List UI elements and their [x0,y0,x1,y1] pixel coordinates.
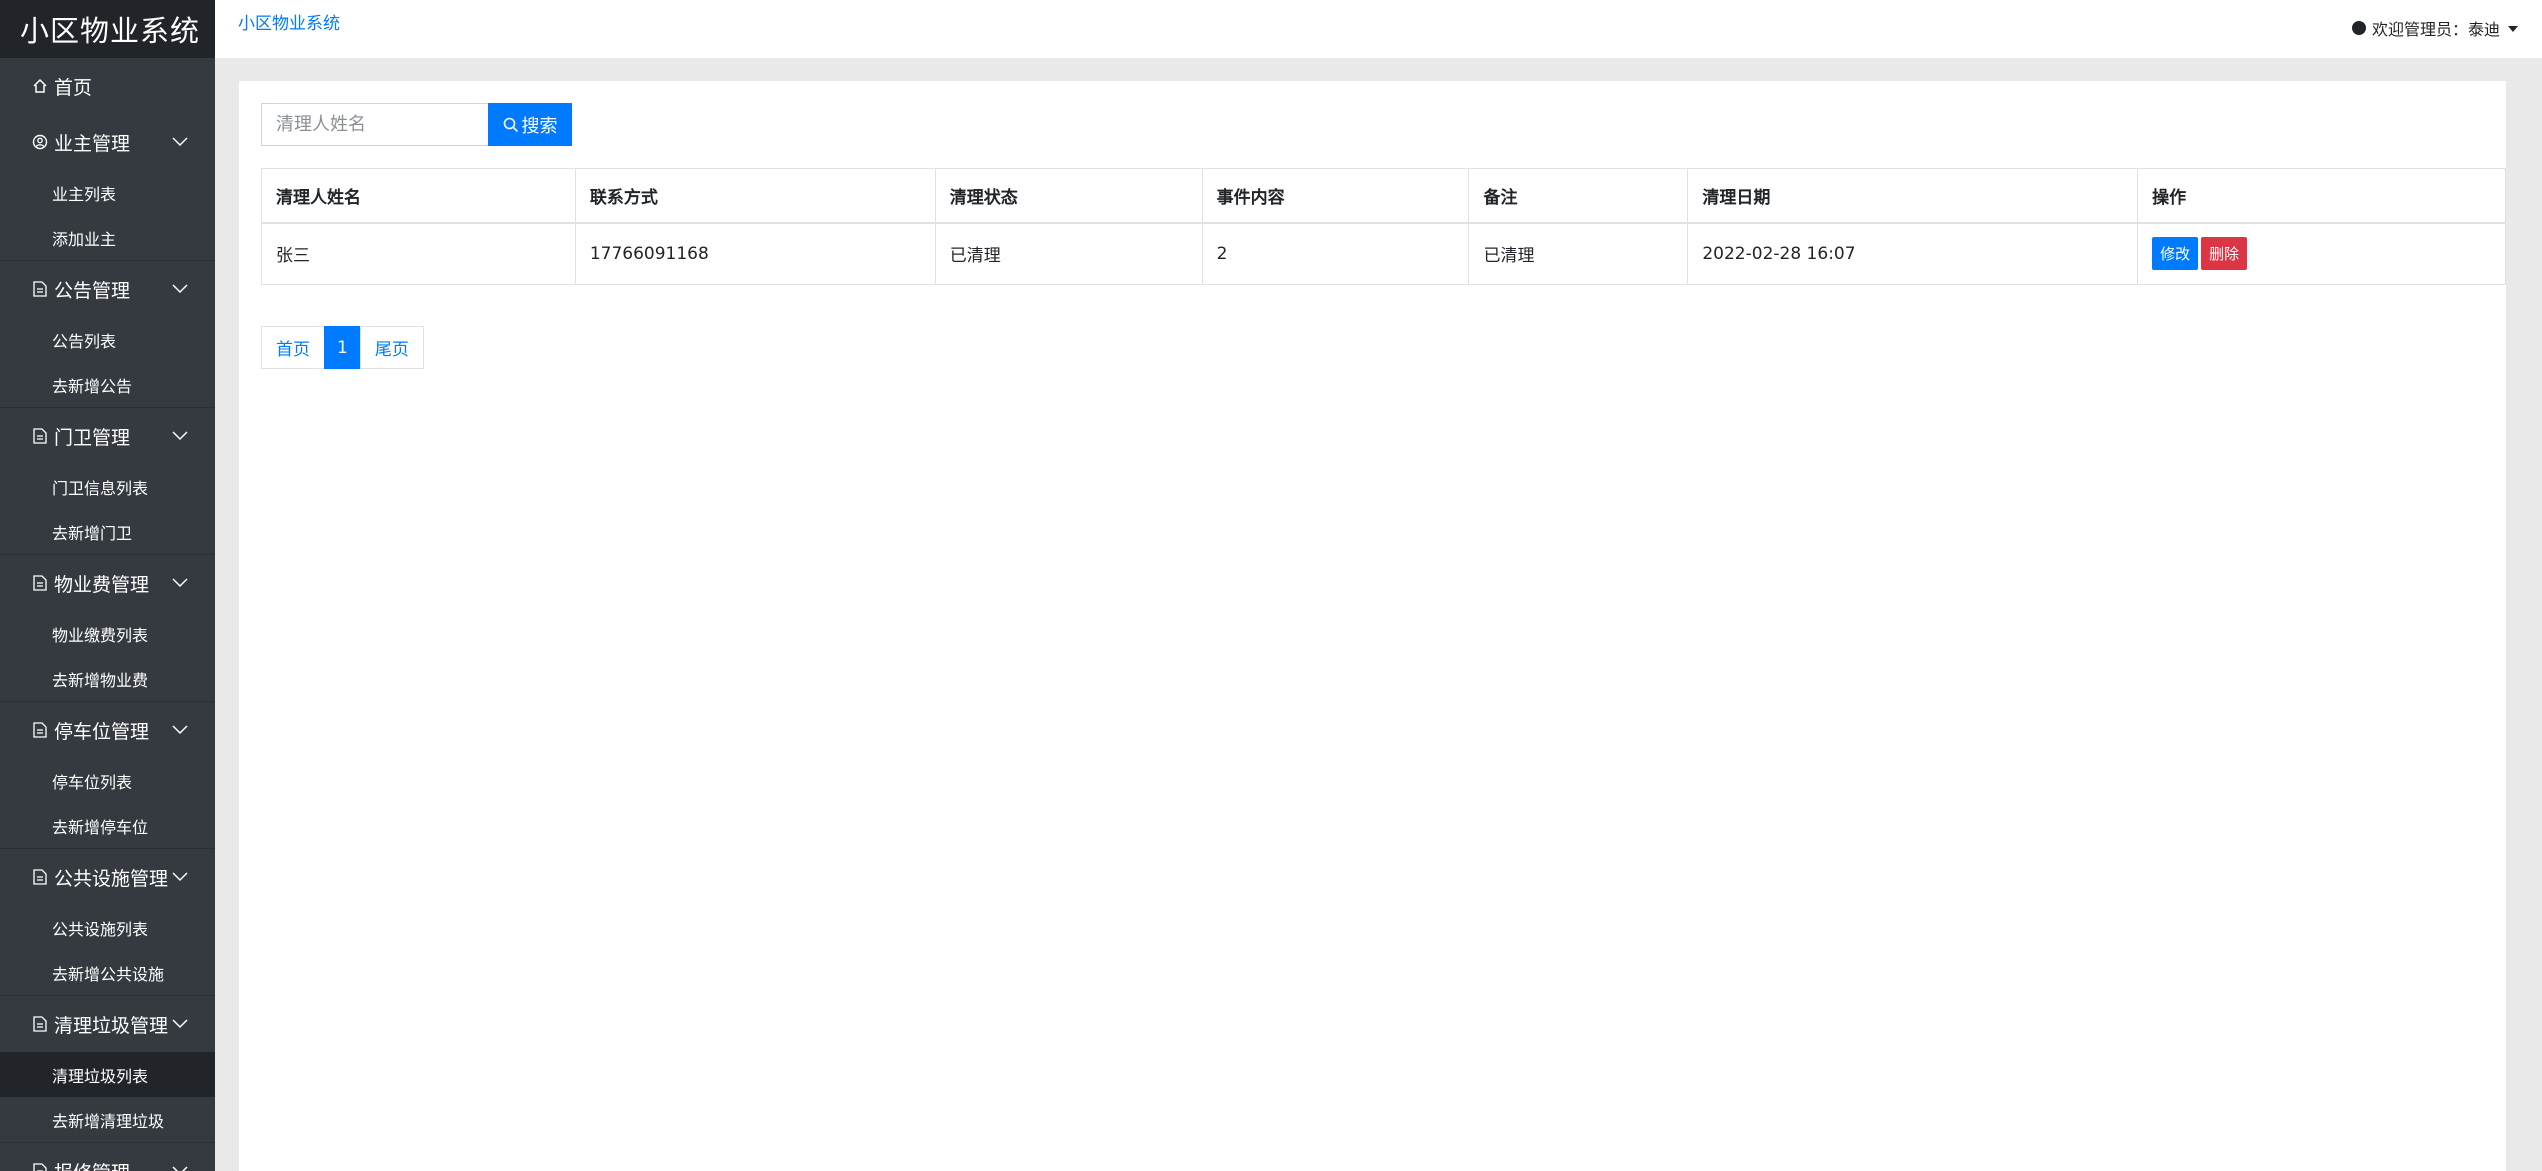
sidebar-group-label: 报修管理 [54,1158,171,1171]
chevron-down-icon [171,721,189,739]
sidebar-group-facility: 公共设施管理 公共设施列表 去新增公共设施 [0,848,215,995]
chevron-down-icon [171,280,189,298]
sidebar-item-facility-list[interactable]: 公共设施列表 [0,905,215,950]
sidebar-item-add-notice[interactable]: 去新增公告 [0,362,215,407]
column-header: 联系方式 [574,168,936,224]
sidebar-group-header[interactable]: 门卫管理 [0,408,215,464]
document-icon [30,722,50,738]
sidebar-group-header[interactable]: 物业费管理 [0,555,215,611]
sidebar-group-header[interactable]: 公告管理 [0,261,215,317]
search-button-label: 搜索 [521,115,558,137]
sidebar-item-add-owner[interactable]: 添加业主 [0,215,215,260]
sidebar-group-header[interactable]: 公共设施管理 [0,849,215,905]
sidebar-group-label: 公告管理 [54,279,131,302]
sidebar-group-label: 业主管理 [54,132,131,155]
topbar: 小区物业系统 欢迎管理员：泰迪 [215,0,2542,58]
column-header: 清理人姓名 [261,168,576,224]
cell-date: 2022-02-28 16:07 [1687,222,2139,285]
sidebar-item-add-garbage[interactable]: 去新增清理垃圾 [0,1097,215,1142]
chevron-down-icon [171,427,189,445]
table-header-row: 清理人姓名 联系方式 清理状态 事件内容 备注 清理日期 操作 [261,168,2506,224]
cell-content: 2 [1201,222,1470,285]
document-icon [30,281,50,297]
sidebar-item-add-parking[interactable]: 去新增停车位 [0,803,215,848]
sidebar-group-label: 清理垃圾管理 [54,1014,169,1037]
sidebar-group-owner: 业主管理 业主列表 添加业主 [0,114,215,260]
welcome-text: 欢迎管理员：泰迪 [2371,20,2500,39]
search-icon [503,117,518,132]
sidebar-item-guard-list[interactable]: 门卫信息列表 [0,464,215,509]
chevron-down-icon [171,574,189,592]
sidebar-group-header[interactable]: 清理垃圾管理 [0,996,215,1052]
column-header: 操作 [2137,168,2506,224]
sidebar: 小区物业系统 首页 业主管理 业主列表 添加业主 公告管理 公告列表 去新增公告 [0,0,215,1171]
sidebar-group-property-fee: 物业费管理 物业缴费列表 去新增物业费 [0,554,215,701]
search-input[interactable] [261,103,489,146]
sidebar-item-fee-list[interactable]: 物业缴费列表 [0,611,215,656]
cell-actions: 修改 删除 [2137,222,2506,285]
sidebar-item-label: 首页 [54,76,93,99]
sidebar-group-header[interactable]: 报修管理 [0,1143,215,1171]
content-card: 搜索 清理人姓名 联系方式 清理状态 事件内容 备注 清理日期 操作 张三 17… [239,81,2506,1171]
sidebar-item-parking-list[interactable]: 停车位列表 [0,758,215,803]
sidebar-group-repair: 报修管理 [0,1142,215,1171]
sidebar-item-notice-list[interactable]: 公告列表 [0,317,215,362]
cell-name: 张三 [261,222,576,285]
cell-remark: 已清理 [1468,222,1689,285]
sidebar-item-add-guard[interactable]: 去新增门卫 [0,509,215,554]
page-last[interactable]: 尾页 [359,326,424,369]
breadcrumb[interactable]: 小区物业系统 [238,9,340,34]
page-current[interactable]: 1 [324,326,361,369]
chevron-down-icon [171,133,189,151]
sidebar-item-garbage-list[interactable]: 清理垃圾列表 [0,1052,215,1097]
sidebar-item-add-facility[interactable]: 去新增公共设施 [0,950,215,995]
sidebar-item-home[interactable]: 首页 [0,58,215,114]
home-icon [30,78,50,94]
column-header: 清理日期 [1687,168,2139,224]
document-icon [30,1016,50,1032]
page-first[interactable]: 首页 [261,326,325,369]
pagination: 首页 1 尾页 [261,326,424,369]
column-header: 事件内容 [1201,168,1470,224]
user-circle-icon [30,134,50,150]
document-icon [30,869,50,885]
sidebar-group-header[interactable]: 业主管理 [0,114,215,170]
cell-status: 已清理 [934,222,1203,285]
sidebar-group-garbage: 清理垃圾管理 清理垃圾列表 去新增清理垃圾 [0,995,215,1142]
column-header: 清理状态 [934,168,1203,224]
delete-button[interactable]: 删除 [2201,237,2248,271]
sidebar-group-label: 门卫管理 [54,426,131,449]
sidebar-group-guard: 门卫管理 门卫信息列表 去新增门卫 [0,407,215,554]
chevron-down-icon [171,868,189,886]
document-icon [30,1163,50,1171]
document-icon [30,575,50,591]
edit-button[interactable]: 修改 [2152,237,2199,271]
chevron-down-icon [171,1015,189,1033]
search-button[interactable]: 搜索 [488,103,572,146]
sidebar-group-notice: 公告管理 公告列表 去新增公告 [0,260,215,407]
sidebar-group-header[interactable]: 停车位管理 [0,702,215,758]
app-title: 小区物业系统 [0,0,215,58]
sidebar-group-label: 停车位管理 [54,720,150,743]
chevron-down-icon [171,1162,189,1171]
sidebar-item-owner-list[interactable]: 业主列表 [0,170,215,215]
garbage-table: 清理人姓名 联系方式 清理状态 事件内容 备注 清理日期 操作 张三 17766… [261,168,2506,285]
caret-down-icon [2508,26,2518,32]
sidebar-item-add-fee[interactable]: 去新增物业费 [0,656,215,701]
sidebar-group-parking: 停车位管理 停车位列表 去新增停车位 [0,701,215,848]
smile-icon [2351,21,2366,35]
user-menu[interactable]: 欢迎管理员：泰迪 [2351,16,2518,40]
table-row: 张三 17766091168 已清理 2 已清理 2022-02-28 16:0… [261,222,2506,285]
cell-phone: 17766091168 [574,222,936,285]
sidebar-group-label: 物业费管理 [54,573,150,596]
document-icon [30,428,50,444]
sidebar-group-label: 公共设施管理 [54,867,169,890]
column-header: 备注 [1468,168,1689,224]
